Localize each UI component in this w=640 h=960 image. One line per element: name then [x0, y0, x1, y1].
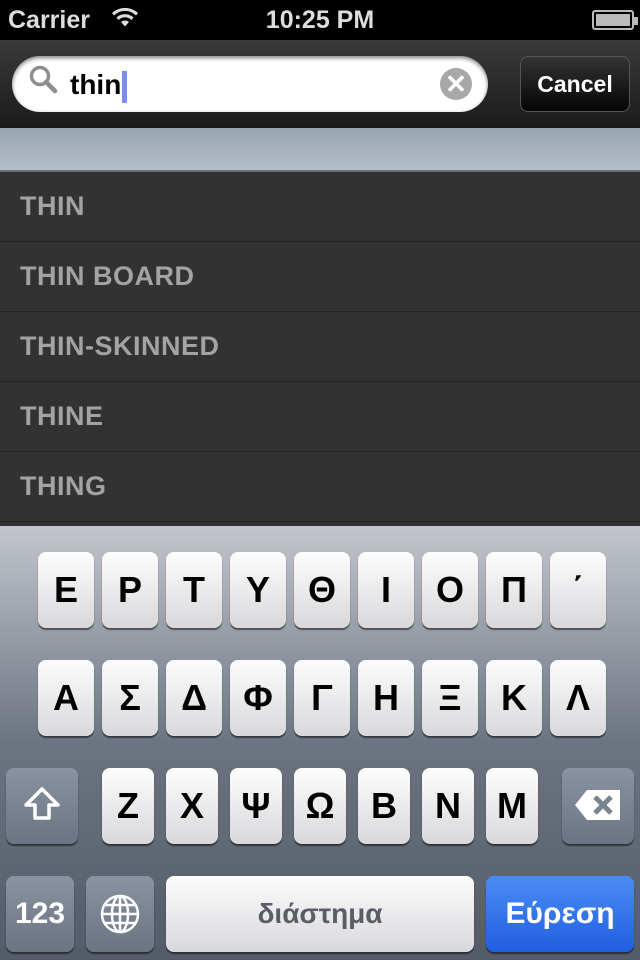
list-item[interactable]: THIN	[0, 172, 640, 242]
list-item[interactable]: THING	[0, 452, 640, 522]
key[interactable]: Β	[358, 768, 410, 844]
key[interactable]: Τ	[166, 552, 222, 628]
key[interactable]: Π	[486, 552, 542, 628]
search-input[interactable]: thin ✕	[12, 56, 488, 112]
key[interactable]: Θ	[294, 552, 350, 628]
clock: 10:25 PM	[265, 6, 375, 34]
key[interactable]: Φ	[230, 660, 286, 736]
list-item[interactable]: THINE	[0, 382, 640, 452]
keyboard: 123 διάστημα Εύρεση Ε Ρ Τ Υ Θ Ι Ο Π ΄ Α Σ Δ Φ Γ Η Ξ Κ Λ Ζ Χ…	[0, 526, 640, 960]
key[interactable]: Δ	[166, 660, 222, 736]
search-key[interactable]: Εύρεση	[486, 876, 634, 952]
key[interactable]: Γ	[294, 660, 350, 736]
key[interactable]: Ρ	[102, 552, 158, 628]
list-item[interactable]: THIN BOARD	[0, 242, 640, 312]
key[interactable]: Α	[38, 660, 94, 736]
key[interactable]: Η	[358, 660, 414, 736]
key[interactable]: ΄	[550, 552, 606, 628]
key[interactable]: Ν	[422, 768, 474, 844]
shift-key[interactable]	[6, 768, 78, 844]
globe-icon[interactable]	[86, 876, 154, 952]
results-header	[0, 128, 640, 172]
space-key[interactable]: διάστημα	[166, 876, 474, 952]
key[interactable]: Ω	[294, 768, 346, 844]
search-bar: thin ✕ Cancel	[0, 40, 640, 128]
search-icon	[28, 64, 58, 102]
key[interactable]: Ξ	[422, 660, 478, 736]
key[interactable]: Υ	[230, 552, 286, 628]
backspace-key[interactable]	[562, 768, 634, 844]
key[interactable]: Κ	[486, 660, 542, 736]
battery-icon	[592, 10, 638, 30]
key[interactable]: Λ	[550, 660, 606, 736]
key[interactable]: Ε	[38, 552, 94, 628]
key[interactable]: Ζ	[102, 768, 154, 844]
text-caret	[122, 70, 128, 103]
key[interactable]: Ι	[358, 552, 414, 628]
results-list: THIN THIN BOARD THIN-SKINNED THINE THING	[0, 172, 640, 526]
list-item[interactable]: THIN-SKINNED	[0, 312, 640, 382]
cancel-button[interactable]: Cancel	[520, 56, 630, 112]
numbers-key[interactable]: 123	[6, 876, 74, 952]
clear-icon[interactable]: ✕	[440, 68, 472, 100]
key[interactable]: Μ	[486, 768, 538, 844]
key[interactable]: Χ	[166, 768, 218, 844]
key[interactable]: Ψ	[230, 768, 282, 844]
key[interactable]: Σ	[102, 660, 158, 736]
key[interactable]: Ο	[422, 552, 478, 628]
status-bar: Carrier 10:25 PM	[0, 0, 640, 40]
search-text: thin	[70, 69, 122, 100]
